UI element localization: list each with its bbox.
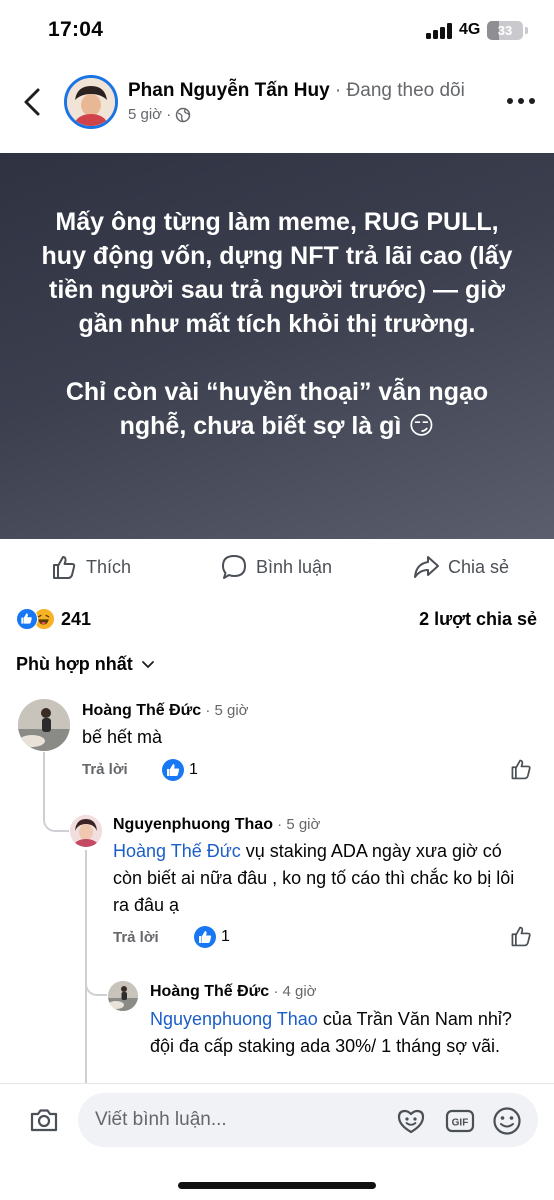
commenter-name[interactable]: Hoàng Thế Đức · 5 giờ xyxy=(82,702,249,720)
home-indicator[interactable] xyxy=(178,1182,376,1189)
reaction-count: 241 xyxy=(61,608,92,629)
comment-text: Hoàng Thế Đức vụ staking ADA ngày xưa gi… xyxy=(113,838,533,919)
commenter-name-text: Hoàng Thế Đức xyxy=(150,983,270,1000)
post-meta: 5 giờ · xyxy=(128,106,191,123)
comment-button[interactable]: Bình luận xyxy=(220,545,332,589)
battery-tip xyxy=(525,27,528,34)
commenter-avatar[interactable] xyxy=(18,699,70,751)
like-reaction-icon xyxy=(194,926,216,948)
author-avatar[interactable] xyxy=(64,75,118,129)
avatar-sticker-button[interactable] xyxy=(395,1105,427,1137)
comment-like-count: 1 xyxy=(189,761,198,778)
camera-button[interactable] xyxy=(28,1104,60,1136)
post-background-card: Mấy ông từng làm meme, RUG PULL, huy độn… xyxy=(0,153,554,539)
commenter-avatar[interactable] xyxy=(70,815,102,847)
comment-text: Nguyenphuong Thao của Trần Văn Nam nhỉ? … xyxy=(150,1006,535,1083)
sort-dropdown[interactable]: Phù hợp nhất xyxy=(16,654,155,675)
thread-connector xyxy=(85,970,107,996)
commenter-name-text: Hoàng Thế Đức xyxy=(82,702,202,719)
share-label: Chia sẻ xyxy=(448,556,510,577)
network-type: 4G xyxy=(459,21,481,38)
comment-time: · 5 giờ xyxy=(272,816,321,833)
reply-button[interactable]: Trả lời xyxy=(82,761,128,778)
post-time[interactable]: 5 giờ · xyxy=(128,106,171,123)
thumbs-up-icon xyxy=(511,759,531,780)
chevron-left-icon xyxy=(24,88,40,116)
comment-reactions[interactable]: 1 xyxy=(162,759,198,781)
thread-connector xyxy=(85,850,87,1083)
smiley-icon xyxy=(493,1107,521,1135)
share-button[interactable]: Chia sẻ xyxy=(412,545,509,589)
like-reaction-icon xyxy=(16,608,38,630)
like-label: Thích xyxy=(86,556,132,577)
commenter-name[interactable]: Nguyenphuong Thao · 5 giờ xyxy=(113,816,320,834)
comment-like-button[interactable] xyxy=(509,924,533,948)
comment-bubble-icon xyxy=(222,555,246,579)
comment-like-count: 1 xyxy=(221,928,230,945)
comment-label: Bình luận xyxy=(256,556,333,577)
avatar-photo xyxy=(108,981,138,1011)
sort-label: Phù hợp nhất xyxy=(16,654,133,674)
author-name[interactable]: Phan Nguyễn Tấn Huy xyxy=(128,80,330,101)
post-paragraph-1: Mấy ông từng làm meme, RUG PULL, huy độn… xyxy=(41,208,513,338)
comment-time: · 5 giờ xyxy=(201,702,249,719)
signal-icon xyxy=(426,23,452,39)
commenter-avatar[interactable] xyxy=(108,981,138,1011)
status-time: 17:04 xyxy=(48,18,104,41)
thumbs-up-icon xyxy=(53,556,76,579)
gif-icon: GIF xyxy=(445,1109,475,1133)
comment-time: · 4 giờ xyxy=(269,983,317,1000)
share-count[interactable]: 2 lượt chia sẻ xyxy=(419,609,537,630)
reply-button[interactable]: Trả lời xyxy=(113,929,159,946)
author-line: Phan Nguyễn Tấn Huy · Đang theo dõi xyxy=(128,80,465,102)
follow-status[interactable]: · Đang theo dõi xyxy=(330,80,465,101)
thread-connector xyxy=(43,752,69,832)
commenter-name-text: Nguyenphuong Thao xyxy=(113,816,273,833)
battery-icon: 33 xyxy=(487,21,523,40)
more-options-button[interactable] xyxy=(507,96,537,106)
share-arrow-icon xyxy=(414,556,439,578)
emoji-button[interactable] xyxy=(491,1105,523,1137)
mention-link[interactable]: Hoàng Thế Đức xyxy=(113,841,241,861)
commenter-name[interactable]: Hoàng Thế Đức · 4 giờ xyxy=(150,983,317,1001)
camera-icon xyxy=(30,1109,58,1132)
avatar-sticker-icon xyxy=(397,1109,425,1134)
post-actions: Thích Bình luận Chia sẻ xyxy=(0,545,554,589)
like-button[interactable]: Thích xyxy=(50,545,131,589)
svg-text:GIF: GIF xyxy=(452,1118,469,1129)
battery-level: 33 xyxy=(497,23,513,38)
comment-reactions[interactable]: 1 xyxy=(194,926,230,948)
avatar-photo xyxy=(18,699,70,751)
status-bar: 17:04 4G 33 xyxy=(0,0,554,60)
globe-icon xyxy=(175,107,191,122)
comment-like-button[interactable] xyxy=(509,757,533,781)
post-paragraph-2: Chỉ còn vài “huyền thoại” vẫn ngạo nghễ,… xyxy=(65,378,489,440)
like-reaction-icon xyxy=(162,759,184,781)
avatar-photo xyxy=(67,78,115,126)
reactions-summary[interactable]: 241 xyxy=(16,608,91,630)
mention-link[interactable]: Nguyenphuong Thao xyxy=(150,1009,318,1029)
chevron-down-icon xyxy=(141,660,154,668)
back-button[interactable] xyxy=(18,84,48,120)
thumbs-up-icon xyxy=(511,926,531,947)
avatar-photo xyxy=(70,815,102,847)
gif-button[interactable]: GIF xyxy=(444,1105,476,1137)
comment-text: bế hết mà xyxy=(82,727,163,747)
